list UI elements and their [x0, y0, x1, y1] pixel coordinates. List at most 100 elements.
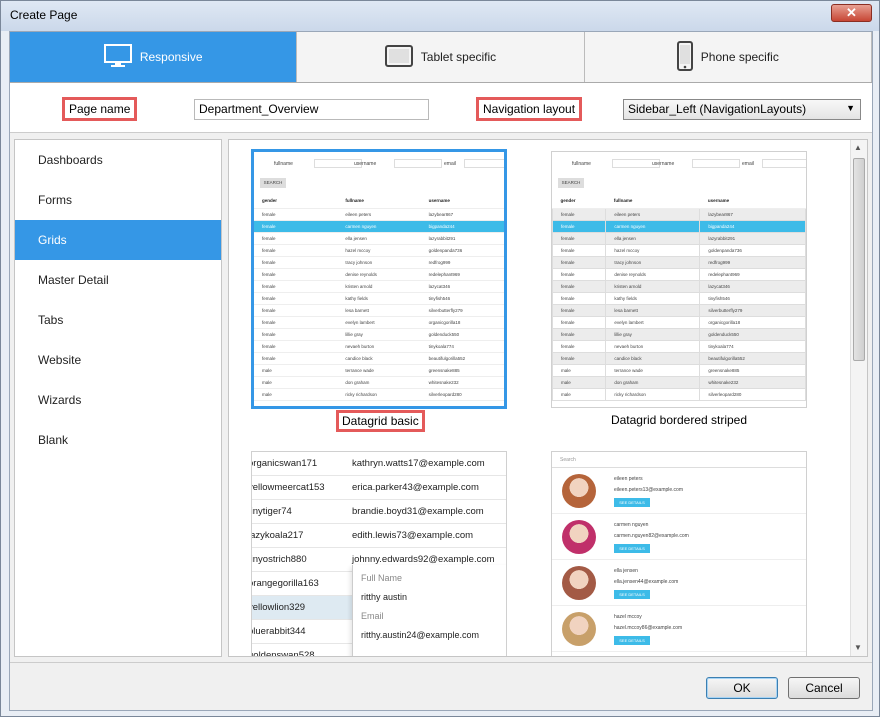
template-card-list-detail[interactable]: organicswan171 kathryn.watts17@example.co… [251, 451, 507, 656]
sidebar-item-grids[interactable]: Grids [15, 220, 221, 260]
preview-cell: lesa barnett [605, 303, 701, 317]
preview-cell: kristen arnold [605, 279, 701, 293]
scroll-thumb[interactable] [853, 158, 865, 361]
tab-label: Tablet specific [420, 50, 497, 64]
preview-cell: goldenduck550 [699, 327, 806, 341]
preview-cell: nevaeh burton [337, 340, 421, 353]
preview-cell: goldenpanda736 [699, 243, 806, 257]
preview-row: female hazel mccoy goldenpanda736 [552, 243, 806, 257]
sidebar-item-dashboards[interactable]: Dashboards [15, 140, 221, 180]
preview-row: female carmen nguyen bigpanda244 [552, 219, 806, 233]
preview-cell: female [254, 340, 338, 353]
navigation-layout-value: Sidebar_Left (NavigationLayouts) [628, 102, 807, 116]
navigation-layout-select[interactable]: Sidebar_Left (NavigationLayouts) ▼ [623, 99, 861, 120]
preview-row: female candice black beautifulgorilla552 [254, 352, 504, 365]
preview-row: female nevaeh burton tinykoala774 [254, 340, 504, 353]
preview-cell: female [254, 232, 338, 245]
template-gallery: fullname username email SEARCH gender fullnam… [228, 139, 868, 657]
ok-button[interactable]: OK [706, 677, 778, 699]
gallery-scrollbar[interactable]: ▲ ▼ [850, 140, 867, 656]
tab-label: Responsive [139, 50, 203, 64]
sidebar-item-wizards[interactable]: Wizards [15, 380, 221, 420]
preview-cell: female [552, 219, 607, 233]
sidebar-item-blank[interactable]: Blank [15, 420, 221, 460]
template-card-datagrid-basic[interactable]: fullname username email SEARCH gender fullnam… [251, 149, 507, 409]
email-label: Email [361, 611, 384, 621]
preview-filter-label: fullname [274, 161, 293, 167]
preview-cell: ricky richardson [337, 388, 421, 401]
preview-cell: lazybear867 [420, 208, 504, 221]
tab-phone[interactable]: Phone specific [584, 32, 872, 82]
preview-header-cell: fullname [337, 194, 421, 209]
preview-filter-label: email [742, 161, 754, 167]
preview-row: female evelyn lambert organicgorilla18 [552, 315, 806, 329]
preview-row: male ricky richardson silverleopard280 [254, 388, 504, 401]
preview-row: male ricky richardson silverleopard280 [552, 387, 806, 401]
scroll-up-icon[interactable]: ▲ [854, 143, 862, 152]
list-item: organicswan171 kathryn.watts17@example.co… [252, 452, 506, 476]
list-username: organicswan171 [251, 458, 318, 469]
preview-cell: female [254, 328, 338, 341]
scroll-down-icon[interactable]: ▼ [854, 643, 862, 652]
preview-filter-label: username [354, 161, 377, 167]
template-caption: Datagrid bordered striped [610, 413, 748, 427]
preview-cell: female [254, 352, 338, 365]
preview-cell: tinykoala774 [420, 340, 504, 353]
preview-row: female eileen peters lazybear867 [552, 207, 806, 221]
preview-cell: carmen nguyen [605, 219, 701, 233]
preview-cell: tracy johnson [605, 255, 701, 269]
sidebar-item-master-detail[interactable]: Master Detail [15, 260, 221, 300]
preview-cell: female [254, 256, 338, 269]
preview-cell: female [254, 268, 338, 281]
fullname-label: Full Name [361, 573, 403, 583]
sidebar-item-forms[interactable]: Forms [15, 180, 221, 220]
cancel-button[interactable]: Cancel [788, 677, 860, 699]
preview-cell: greensnake885 [420, 364, 504, 377]
preview-cell: redfrog999 [699, 255, 806, 269]
title-bar[interactable]: Create Page ✕ [1, 1, 879, 31]
close-icon[interactable]: ✕ [831, 4, 872, 22]
tab-tablet[interactable]: Tablet specific [297, 32, 585, 82]
preview-row: female eileen peters lazybear867 [254, 208, 504, 221]
preview-cell: redfrog999 [420, 256, 504, 269]
preview-cell: female [254, 292, 338, 305]
avatar [562, 612, 596, 646]
template-preview: fullname username email SEARCH gender fullnam… [254, 152, 504, 401]
preview-cell: beautifulgorilla552 [420, 352, 504, 365]
template-card-datagrid-striped[interactable]: fullname username email SEARCH gender fullnam… [551, 151, 807, 408]
preview-cell: goldenpanda736 [420, 244, 504, 257]
preview-cell: silverleopard280 [699, 387, 806, 401]
tab-responsive[interactable]: Responsive [10, 32, 298, 82]
detail-popup: Full Name ritthy austin Email ritthy.aus… [352, 565, 506, 656]
see-details-button: SEE DETAILS [614, 544, 650, 553]
preview-cell: female [254, 280, 338, 293]
preview-header-cell: username [699, 194, 806, 209]
sidebar-item-tabs[interactable]: Tabs [15, 300, 221, 340]
preview-cell: male [254, 376, 338, 389]
preview-header-cell: fullname [605, 194, 700, 209]
template-card-contact-cards[interactable]: Search eileen peters eileen.peters13@exam… [551, 451, 807, 656]
tab-label: Phone specific [700, 50, 779, 64]
preview-header-cell: username [420, 194, 504, 209]
preview-cell: hazel mccoy [337, 244, 421, 257]
sidebar-item-website[interactable]: Website [15, 340, 221, 380]
preview-search-button: SEARCH [558, 178, 584, 188]
preview-row: female candice black beautifulgorilla552 [552, 351, 806, 365]
preview-cell: redelephant969 [420, 268, 504, 281]
list-username: yellowmeercat153 [251, 482, 325, 493]
preview-cell: organicgorilla18 [420, 316, 504, 329]
page-name-input[interactable]: Department_Overview [194, 99, 429, 120]
preview-cell: kathy fields [605, 291, 701, 305]
preview-filter-label: username [652, 161, 675, 167]
preview-row: female hazel mccoy goldenpanda736 [254, 244, 504, 257]
person-card: ella jensen ella.jensen44@example.com SEE … [552, 560, 806, 606]
list-username: yellowlion329 [251, 602, 306, 613]
preview-cell: tinyfish546 [420, 292, 504, 305]
preview-cell: denise reynolds [605, 267, 701, 281]
preview-cell: female [254, 244, 338, 257]
person-name: hazel mccoy [614, 614, 642, 620]
preview-filter-box [762, 159, 806, 168]
preview-cell: lazycat346 [699, 279, 806, 293]
list-item: yellowmeercat153 erica.parker43@example.c… [252, 476, 506, 500]
person-email: eileen.peters13@example.com [614, 487, 684, 493]
